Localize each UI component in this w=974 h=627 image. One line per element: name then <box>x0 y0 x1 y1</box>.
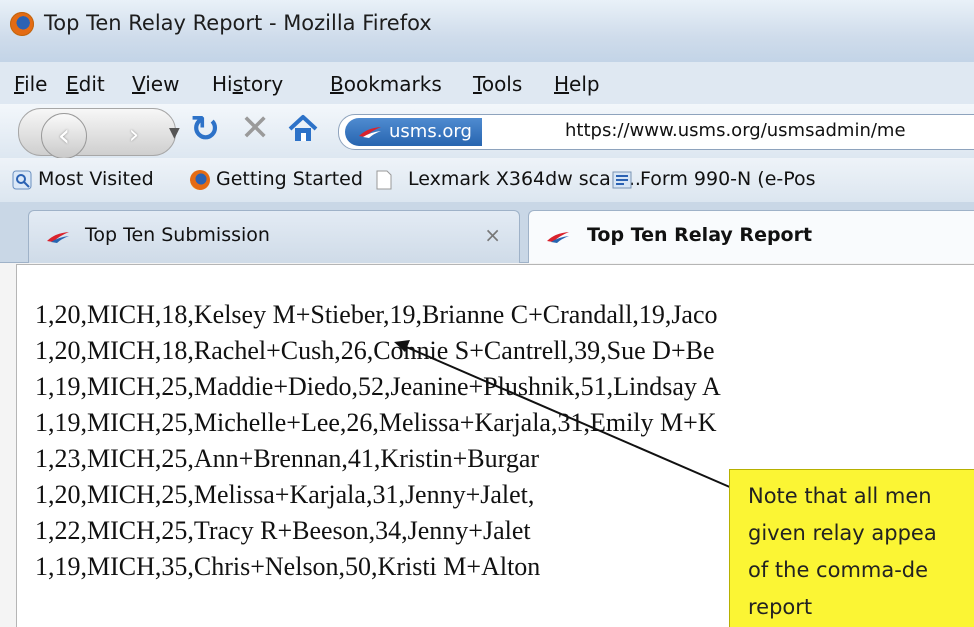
usms-logo-icon <box>359 127 381 138</box>
menu-history-post: tory <box>243 72 284 96</box>
callout-line: given relay appea <box>748 521 937 545</box>
menu-view-accel: V <box>132 72 146 96</box>
site-badge-label: usms.org <box>389 121 472 142</box>
menu-file-post: ile <box>24 72 48 96</box>
menu-view[interactable]: View <box>132 72 179 96</box>
firefox-icon <box>190 170 210 190</box>
back-forward-group: ‹ › ▼ <box>18 108 180 159</box>
home-icon[interactable] <box>286 112 320 146</box>
menu-help[interactable]: Help <box>554 72 600 96</box>
report-line: 1,19,MICH,35,Chris+Nelson,50,Kristi M+Al… <box>35 552 541 581</box>
bookmark-getting-started[interactable]: Getting Started <box>216 168 363 190</box>
report-line: 1,19,MICH,25,Michelle+Lee,26,Melissa+Kar… <box>35 408 717 437</box>
menu-edit-post: dit <box>78 72 105 96</box>
bookmark-most-visited[interactable]: Most Visited <box>38 168 154 190</box>
menu-bar: File Edit View History Bookmarks Tools H… <box>0 62 974 105</box>
reload-icon[interactable]: ↻ <box>190 110 220 150</box>
back-arrow-icon[interactable]: ‹ <box>41 113 87 159</box>
url-text[interactable]: https://www.usms.org/usmsadmin/me <box>565 120 906 141</box>
page-icon <box>376 170 392 190</box>
menu-help-post: elp <box>569 72 600 96</box>
bookmark-lexmark[interactable]: Lexmark X364dw scan... <box>408 168 641 190</box>
report-line: 1,20,MICH,25,Melissa+Karjala,31,Jenny+Ja… <box>35 480 535 509</box>
irs-icon <box>612 171 632 189</box>
firefox-icon <box>10 12 34 36</box>
annotation-callout: Note that all men given relay appea of t… <box>729 469 974 627</box>
site-identity-badge[interactable]: usms.org <box>345 118 482 146</box>
tab-top-ten-submission[interactable]: Top Ten Submission × <box>28 210 520 263</box>
usms-tab-icon <box>547 232 569 243</box>
menu-help-accel: H <box>554 72 570 96</box>
menu-edit[interactable]: Edit <box>66 72 105 96</box>
menu-history-accel: s <box>232 72 244 96</box>
menu-tools[interactable]: Tools <box>473 72 522 96</box>
usms-tab-icon <box>47 232 69 243</box>
menu-history-pre: Hi <box>212 72 233 96</box>
menu-bookmarks-post: ookmarks <box>343 72 442 96</box>
callout-line: report <box>748 595 813 619</box>
menu-view-post: iew <box>145 72 180 96</box>
forward-arrow-icon[interactable]: › <box>117 119 151 153</box>
report-line: 1,19,MICH,25,Maddie+Diedo,52,Jeanine+Plu… <box>35 372 721 401</box>
bookmarks-toolbar: Most Visited Getting Started Lexmark X36… <box>0 158 974 203</box>
report-line: 1,23,MICH,25,Ann+Brennan,41,Kristin+Burg… <box>35 444 540 473</box>
menu-tools-accel: T <box>473 72 482 96</box>
tab-label: Top Ten Relay Report <box>587 224 813 246</box>
history-dropdown-icon[interactable]: ▼ <box>169 125 180 141</box>
report-text: 1,20,MICH,18,Kelsey M+Stieber,19,Brianne… <box>35 297 721 585</box>
menu-tools-post: ools <box>481 72 523 96</box>
most-visited-icon <box>12 170 32 190</box>
tab-label: Top Ten Submission <box>85 224 270 246</box>
report-line: 1,20,MICH,18,Kelsey M+Stieber,19,Brianne… <box>35 300 718 329</box>
menu-file-accel: F <box>14 72 25 96</box>
callout-line: of the comma-de <box>748 558 929 582</box>
menu-bookmarks[interactable]: Bookmarks <box>330 72 442 96</box>
menu-history[interactable]: History <box>212 72 283 96</box>
url-bar[interactable]: usms.org https://www.usms.org/usmsadmin/… <box>338 114 974 150</box>
report-line: 1,20,MICH,18,Rachel+Cush,26,Connie S+Can… <box>35 336 715 365</box>
navigation-toolbar: ‹ › ▼ ↻ ✕ usms.org https://www.usms.org/… <box>0 104 974 159</box>
report-line: 1,22,MICH,25,Tracy R+Beeson,34,Jenny+Jal… <box>35 516 531 545</box>
bookmark-form-990n[interactable]: Form 990-N (e-Pos <box>640 168 816 190</box>
title-bar: Top Ten Relay Report - Mozilla Firefox <box>0 0 974 63</box>
callout-line: Note that all men <box>748 484 932 508</box>
tab-strip: Top Ten Submission × Top Ten Relay Repor… <box>0 202 974 263</box>
close-tab-icon[interactable]: × <box>484 223 501 247</box>
menu-file[interactable]: File <box>14 72 47 96</box>
menu-edit-accel: E <box>66 72 79 96</box>
tab-top-ten-relay-report[interactable]: Top Ten Relay Report <box>528 210 974 263</box>
menu-bookmarks-accel: B <box>330 72 344 96</box>
firefox-window: Top Ten Relay Report - Mozilla Firefox F… <box>0 0 974 627</box>
window-title: Top Ten Relay Report - Mozilla Firefox <box>44 11 432 35</box>
stop-icon[interactable]: ✕ <box>240 109 270 149</box>
